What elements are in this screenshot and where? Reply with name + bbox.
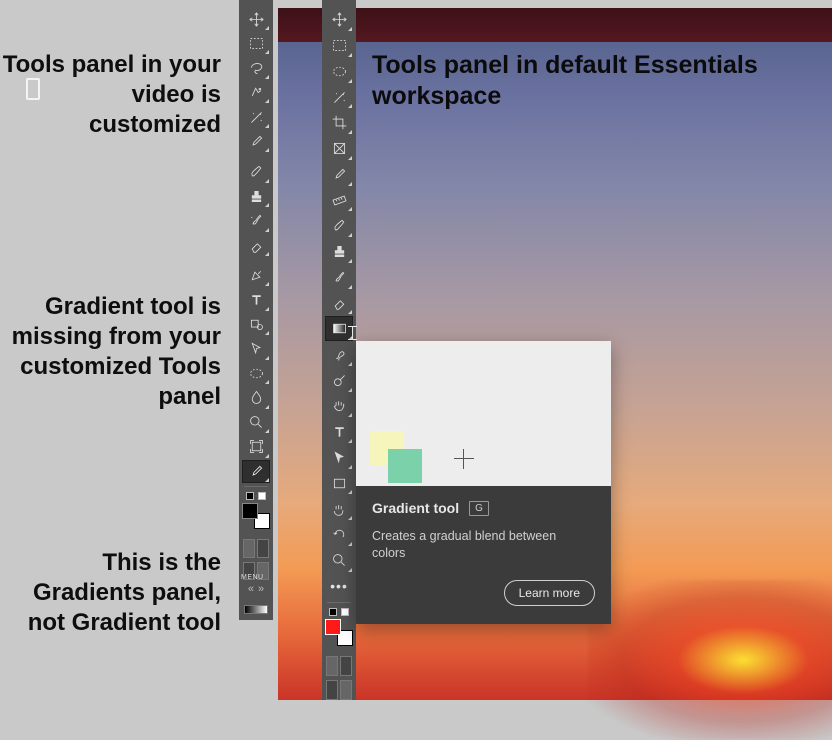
- annotation-3: This is the Gradients panel, not Gradien…: [0, 548, 221, 638]
- eraser-tool[interactable]: [242, 234, 270, 257]
- path-select-tool[interactable]: [242, 337, 270, 360]
- annotation-sky: Tools panel in default Essentials worksp…: [372, 50, 832, 113]
- separator: [244, 486, 268, 487]
- smudge-tool[interactable]: [325, 342, 353, 367]
- marquee-tool[interactable]: [325, 33, 353, 58]
- menu-label: MENU: [241, 574, 264, 581]
- type-tool[interactable]: [242, 288, 270, 311]
- crosshair-icon: [454, 449, 474, 469]
- move-tool[interactable]: [242, 8, 270, 31]
- mini-swatch-icons[interactable]: [326, 607, 352, 617]
- ellipse-tool[interactable]: [242, 362, 270, 385]
- move-tool[interactable]: [325, 8, 353, 33]
- blur-tool[interactable]: [242, 386, 270, 409]
- tooltip-title: Gradient tool: [372, 500, 459, 516]
- annotation-1: Tools panel in your video is customized: [0, 50, 221, 140]
- preview-swatch-2: [388, 449, 422, 483]
- annotation-2: Gradient tool is missing from your custo…: [0, 292, 221, 412]
- stamp-tool[interactable]: [242, 185, 270, 208]
- sun-glow: [588, 580, 832, 740]
- quick-mask-toggle[interactable]: [243, 539, 269, 558]
- hand-tool[interactable]: [325, 394, 353, 419]
- frame-tool[interactable]: [325, 136, 353, 161]
- shape-tool[interactable]: [325, 471, 353, 496]
- path-select-tool[interactable]: [325, 445, 353, 470]
- ruler-tool[interactable]: [325, 188, 353, 213]
- expand-arrows[interactable]: «»: [242, 582, 270, 595]
- screen-mode-toggle[interactable]: [326, 680, 352, 700]
- gradient-tool[interactable]: [325, 316, 353, 341]
- more-tools[interactable]: •••: [325, 574, 353, 599]
- brush-tool[interactable]: [242, 160, 270, 183]
- foreground-background-swatch[interactable]: [325, 619, 353, 647]
- clone-stamp-tool[interactable]: [325, 239, 353, 264]
- tooltip-body: Gradient tool G Creates a gradual blend …: [356, 486, 611, 624]
- magic-wand-tool[interactable]: [325, 85, 353, 110]
- brush-tool[interactable]: [325, 213, 353, 238]
- artboard-tool[interactable]: [242, 435, 270, 458]
- tooltip-preview: [356, 341, 611, 486]
- history-brush-tool[interactable]: [325, 265, 353, 290]
- gradients-panel-icon[interactable]: [242, 596, 270, 619]
- lasso-ellipse-tool[interactable]: [325, 59, 353, 84]
- separator: [327, 602, 351, 603]
- mini-swatch-icons[interactable]: [243, 491, 269, 500]
- rotate-view-tool[interactable]: [325, 522, 353, 547]
- hand-tool-2[interactable]: [325, 496, 353, 521]
- type-tool[interactable]: [325, 419, 353, 444]
- annotation-sidebar: Tools panel in your video is customized …: [0, 0, 239, 700]
- quick-mask-toggle[interactable]: [326, 656, 352, 676]
- learn-more-button[interactable]: Learn more: [504, 580, 595, 606]
- canvas-topbar: [278, 8, 832, 42]
- tooltip-description: Creates a gradual blend between colors: [372, 528, 572, 562]
- shape-tool[interactable]: [242, 313, 270, 336]
- lasso-tool[interactable]: [242, 56, 270, 79]
- foreground-background-swatch[interactable]: [242, 503, 270, 529]
- highlighted-eyedropper-tool[interactable]: [242, 460, 270, 483]
- tool-tooltip: Gradient tool G Creates a gradual blend …: [356, 341, 611, 624]
- zoom-tool[interactable]: [242, 411, 270, 434]
- history-brush-tool[interactable]: [242, 209, 270, 232]
- zoom-tool[interactable]: [325, 548, 353, 573]
- crop-tool[interactable]: [325, 110, 353, 135]
- eyedropper-tool[interactable]: [242, 130, 270, 153]
- eyedropper-tool[interactable]: [325, 162, 353, 187]
- toolbar-customized: «»: [239, 0, 273, 620]
- dodge-tool[interactable]: [325, 368, 353, 393]
- magic-wand-tool[interactable]: [242, 105, 270, 128]
- marquee-tool[interactable]: [242, 32, 270, 55]
- eraser-tool[interactable]: [325, 291, 353, 316]
- tooltip-shortcut: G: [469, 501, 489, 516]
- quick-select-tool[interactable]: [242, 81, 270, 104]
- toolbar-essentials: •••: [322, 0, 356, 700]
- pen-tool[interactable]: [242, 264, 270, 287]
